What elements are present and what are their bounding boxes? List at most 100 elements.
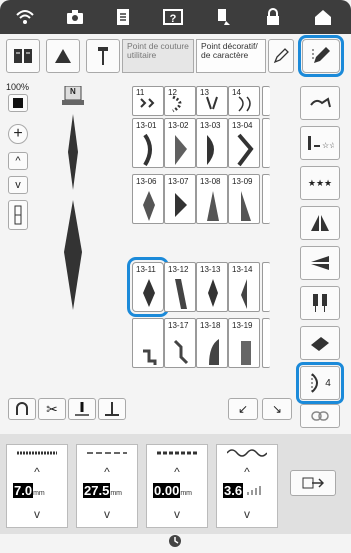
- pattern-edit-button[interactable]: [268, 39, 294, 73]
- stitch-pattern-icon: [175, 279, 187, 309]
- u-turn-icon: [16, 402, 28, 415]
- stitch-pattern-icon: [241, 279, 247, 309]
- needle-position-button[interactable]: [8, 200, 28, 230]
- stitch-cell-13-01[interactable]: 13-01: [132, 118, 164, 168]
- link-button[interactable]: [300, 404, 340, 428]
- stitch-pattern-icon: [143, 279, 155, 307]
- stitch-code: 13-09: [232, 177, 253, 186]
- home-icon[interactable]: [312, 6, 334, 28]
- set-button[interactable]: [290, 470, 336, 496]
- stitch-pattern-icon: [143, 133, 152, 167]
- thread-icon[interactable]: [212, 6, 234, 28]
- stitch-header-13[interactable]: 13: [196, 86, 228, 116]
- twin-needle-button[interactable]: [300, 286, 340, 320]
- stitch-pattern-icon: [241, 341, 251, 365]
- stitch-cell-13-17[interactable]: 13-17: [164, 318, 196, 368]
- svg-text:?: ?: [170, 13, 177, 25]
- length-control: ^ 27.5mm v: [76, 444, 138, 528]
- stitch-code: 13-04: [232, 121, 253, 130]
- stitch-cell-13-03[interactable]: 13-03: [196, 118, 228, 168]
- stitch-pattern-icon: [140, 98, 155, 108]
- stitch-cell-partial[interactable]: [262, 262, 270, 312]
- stitch-cell-13-12[interactable]: 13-12: [164, 262, 196, 312]
- camera-icon[interactable]: [64, 6, 86, 28]
- mirror-vertical-button[interactable]: [300, 206, 340, 240]
- position-up-button[interactable]: ^: [147, 463, 207, 481]
- stitch-pattern-icon: [206, 96, 218, 110]
- stitch-cell-13-02[interactable]: 13-02: [164, 118, 196, 168]
- stitch-pattern-icon: [173, 339, 189, 365]
- character-stitch-button[interactable]: ★★★: [300, 166, 340, 200]
- stitch-cell-13-13[interactable]: 13-13: [196, 262, 228, 312]
- lock-icon[interactable]: [262, 6, 284, 28]
- triangle-pattern-button[interactable]: [46, 39, 80, 73]
- stitch-repeat-button[interactable]: 4: [296, 362, 344, 404]
- stitch-header-12[interactable]: 12: [164, 86, 196, 116]
- wifi-icon[interactable]: [14, 6, 36, 28]
- zoom-in-button[interactable]: +: [8, 124, 28, 144]
- presser-foot-icon: N: [60, 85, 86, 106]
- sewing-book-button[interactable]: [6, 39, 40, 73]
- tab-decorative-stitch[interactable]: Point décoratif/ de caractère: [196, 39, 266, 73]
- length-up-button[interactable]: ^: [77, 463, 137, 481]
- stitch-cell-13-14[interactable]: 13-14: [228, 262, 260, 312]
- stitch-pattern-icon: [207, 191, 219, 221]
- stitch-code: 13-03: [200, 121, 221, 130]
- fill-view-button[interactable]: [8, 94, 28, 112]
- stitch-pattern-icon: [238, 96, 251, 112]
- width-down-button[interactable]: v: [7, 505, 67, 523]
- density-down-button[interactable]: v: [217, 505, 277, 523]
- scroll-back-button[interactable]: ↙: [228, 398, 258, 420]
- scroll-down-button[interactable]: v: [8, 176, 28, 194]
- scroll-up-button[interactable]: ^: [8, 152, 28, 170]
- document-icon[interactable]: [112, 6, 134, 28]
- needle-button[interactable]: [86, 39, 120, 73]
- eraser-button[interactable]: [300, 326, 340, 360]
- density-up-button[interactable]: ^: [217, 463, 277, 481]
- tab-utility-stitch[interactable]: Point de couture utilitaire: [122, 39, 194, 73]
- square-icon: [13, 98, 23, 108]
- edit-stitch-button[interactable]: [298, 35, 344, 77]
- chevron-up-icon: ^: [15, 155, 21, 167]
- scroll-forward-button[interactable]: ↘: [262, 398, 292, 420]
- mirror-horizontal-button[interactable]: [300, 246, 340, 280]
- add-stitch-button[interactable]: ☆☆: [300, 126, 340, 160]
- pivot-button[interactable]: [98, 398, 126, 420]
- repeat-count: 4: [325, 377, 331, 389]
- triangle-icon: [55, 49, 71, 63]
- stitch-cell-13-07[interactable]: 13-07: [164, 174, 196, 224]
- link-icon: [311, 411, 329, 421]
- stitch-cell-partial[interactable]: [262, 174, 270, 224]
- thread-loop-icon: [310, 97, 331, 108]
- stitch-cell[interactable]: [132, 318, 164, 368]
- stitch-code: 13-17: [168, 321, 189, 330]
- density-icon: [227, 449, 267, 457]
- position-down-button[interactable]: v: [147, 505, 207, 523]
- stitch-cell-13-18[interactable]: 13-18: [196, 318, 228, 368]
- stitch-header-14[interactable]: 14: [228, 86, 260, 116]
- width-up-button[interactable]: ^: [7, 463, 67, 481]
- needle-thread-button[interactable]: [300, 86, 340, 120]
- position-unit: mm: [180, 490, 192, 497]
- mirror-icon: [311, 215, 329, 231]
- stitch-cell-13-11[interactable]: 13-11: [127, 257, 169, 317]
- needle-stop-button[interactable]: [68, 398, 96, 420]
- stitch-pattern-icon: [143, 349, 157, 365]
- width-icon: [17, 451, 57, 455]
- mirror-horizontal-icon: [311, 256, 329, 270]
- stitch-cell-13-09[interactable]: 13-09: [228, 174, 260, 224]
- stitch-cell-13-04[interactable]: 13-04: [228, 118, 260, 168]
- stitch-cell-partial[interactable]: [262, 118, 270, 168]
- reverse-stitch-button[interactable]: [8, 398, 36, 420]
- stitch-cell-13-06[interactable]: 13-06: [132, 174, 164, 224]
- stitch-cell-partial[interactable]: [262, 318, 270, 368]
- thread-cutter-button[interactable]: ✂: [38, 398, 66, 420]
- clock-icon: [168, 534, 182, 548]
- length-down-button[interactable]: v: [77, 505, 137, 523]
- stitch-header-11[interactable]: 11: [132, 86, 164, 116]
- stitch-cell-13-08[interactable]: 13-08: [196, 174, 228, 224]
- needle-icon: [98, 47, 108, 65]
- help-icon[interactable]: ?: [162, 6, 184, 28]
- stitch-cell-partial[interactable]: [262, 86, 270, 116]
- stitch-cell-13-19[interactable]: 13-19: [228, 318, 260, 368]
